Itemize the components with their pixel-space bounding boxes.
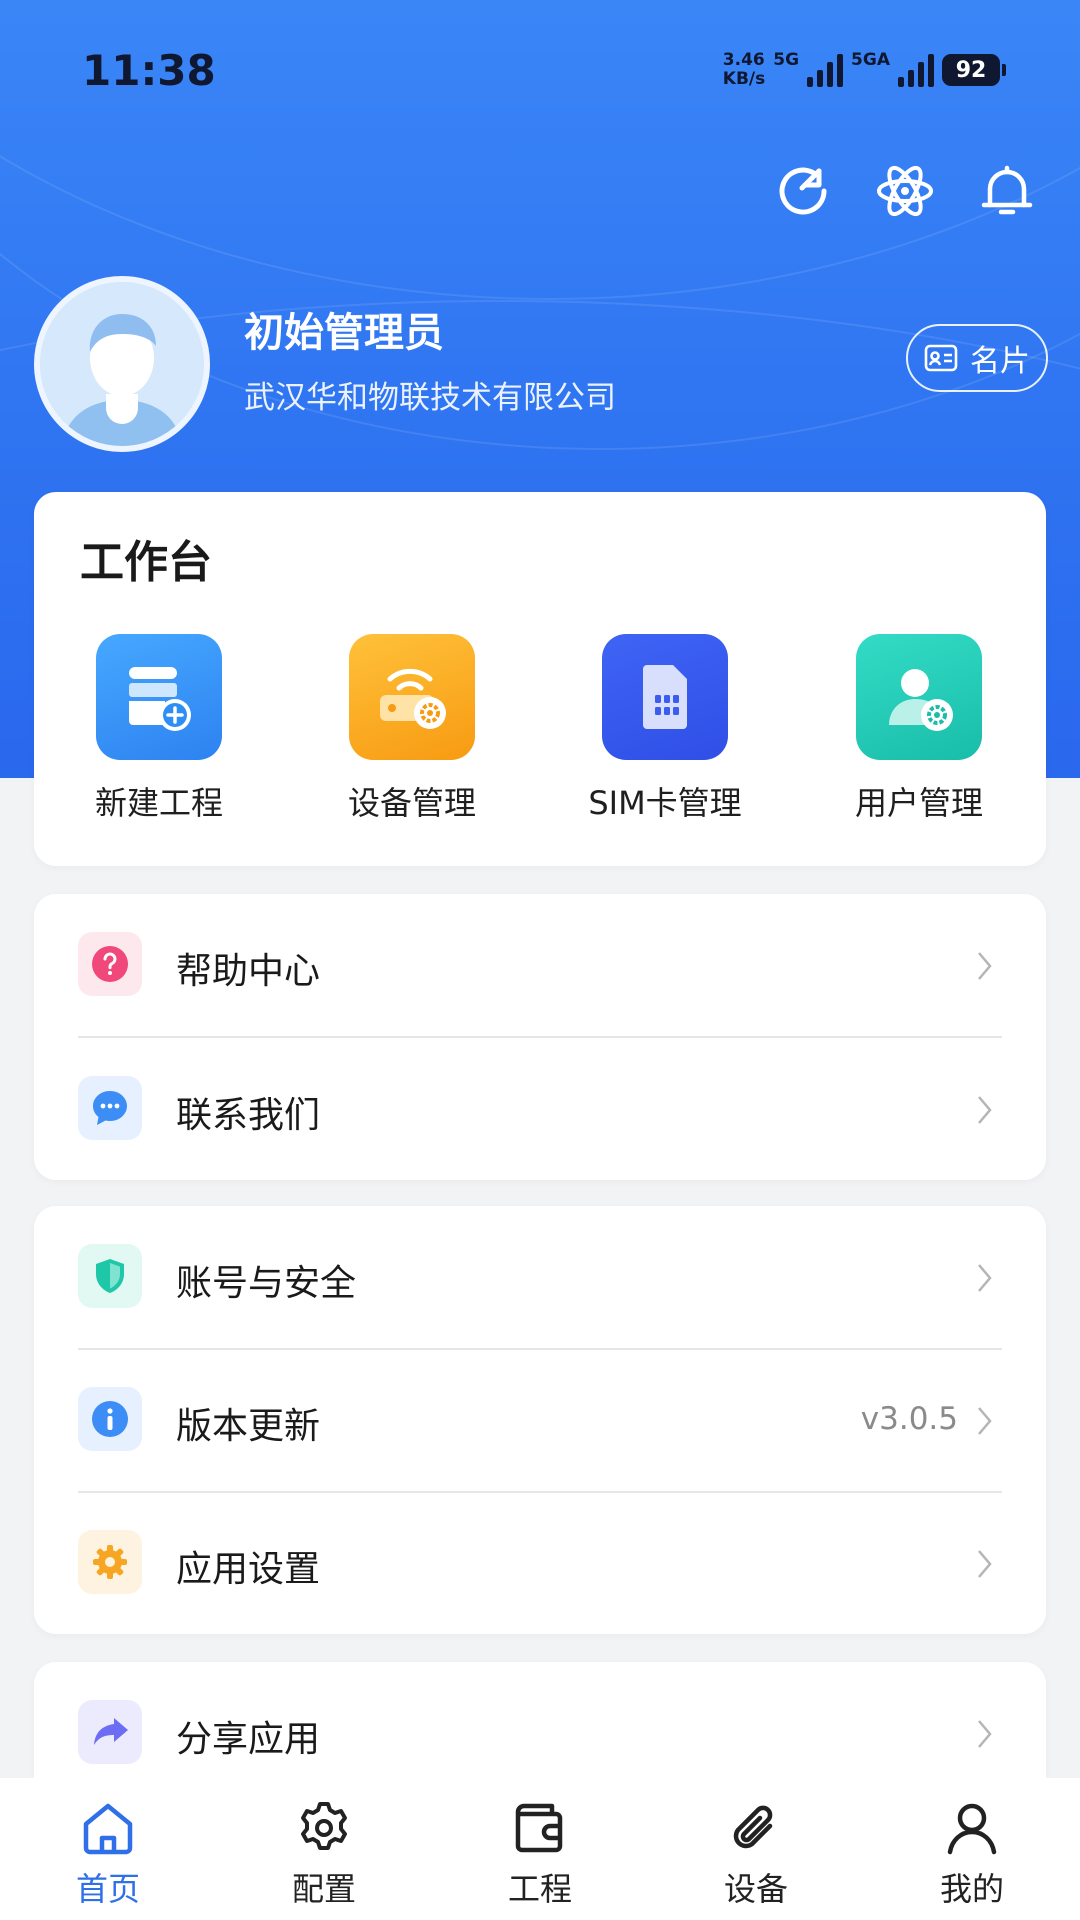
settings-icon — [301, 1802, 347, 1850]
user-name: 初始管理员 — [244, 310, 444, 356]
info-icon — [78, 1387, 142, 1451]
device-manage-icon — [349, 634, 475, 760]
network-speed: 3.46 KB/s — [722, 50, 766, 89]
bottom-tab-bar: 首页 配置 工程 设备 我的 — [0, 1778, 1080, 1920]
workbench-panel: 工作台 新建工程 设备管理 SIM卡管理 用户管理 — [34, 492, 1046, 866]
signal-2-label: 5GA — [851, 50, 890, 70]
atom-icon[interactable] — [876, 162, 934, 220]
help-icon — [78, 932, 142, 996]
shield-icon — [78, 1244, 142, 1308]
status-time: 11:38 — [82, 46, 216, 95]
new-project-button[interactable]: 新建工程 — [64, 634, 254, 824]
user-icon — [947, 1803, 997, 1855]
chevron-right-icon — [978, 1407, 992, 1435]
business-card-button[interactable]: 名片 — [906, 324, 1048, 392]
chevron-right-icon — [978, 1550, 992, 1578]
tab-device[interactable]: 设备 — [648, 1778, 864, 1920]
share-icon — [78, 1700, 142, 1764]
new-project-icon — [96, 634, 222, 760]
battery-icon: 92 — [942, 54, 1006, 86]
device-management-button[interactable]: 设备管理 — [317, 634, 507, 824]
chevron-right-icon — [978, 1264, 992, 1292]
menu-group-support: 帮助中心 联系我们 — [34, 894, 1046, 1180]
tab-project[interactable]: 工程 — [432, 1778, 648, 1920]
menu-group-settings: 账号与安全 版本更新 v3.0.5 应用设置 — [34, 1206, 1046, 1634]
chat-icon — [78, 1076, 142, 1140]
menu-item-help-center[interactable]: 帮助中心 — [34, 894, 1046, 1038]
paperclip-icon — [733, 1805, 773, 1849]
id-card-icon — [924, 344, 958, 372]
user-management-button[interactable]: 用户管理 — [824, 634, 1014, 824]
chevron-right-icon — [978, 952, 992, 980]
bell-icon[interactable] — [978, 162, 1036, 220]
signal-1-icon — [807, 53, 844, 87]
menu-item-app-settings[interactable]: 应用设置 — [34, 1492, 1046, 1636]
gear-icon — [78, 1530, 142, 1594]
tab-mine[interactable]: 我的 — [864, 1778, 1080, 1920]
chevron-right-icon — [978, 1720, 992, 1748]
menu-item-version-update[interactable]: 版本更新 v3.0.5 — [34, 1349, 1046, 1493]
version-number: v3.0.5 — [860, 1401, 958, 1437]
menu-item-contact-us[interactable]: 联系我们 — [34, 1038, 1046, 1182]
workbench-title: 工作台 — [80, 537, 212, 588]
menu-item-account-security[interactable]: 账号与安全 — [34, 1206, 1046, 1350]
company-name: 武汉华和物联技术有限公司 — [244, 380, 616, 416]
tab-config[interactable]: 配置 — [216, 1778, 432, 1920]
sim-card-icon — [602, 634, 728, 760]
tab-home[interactable]: 首页 — [0, 1778, 216, 1920]
refresh-icon[interactable] — [774, 162, 832, 220]
wallet-icon — [515, 1803, 563, 1853]
chevron-right-icon — [978, 1096, 992, 1124]
user-manage-icon — [856, 634, 982, 760]
sim-management-button[interactable]: SIM卡管理 — [570, 634, 760, 824]
avatar[interactable] — [34, 276, 210, 452]
signal-1-label: 5G — [773, 50, 800, 70]
home-icon — [83, 1803, 133, 1855]
signal-2-icon — [898, 53, 934, 87]
status-bar: 11:38 3.46 KB/s 5G 5GA 92 — [0, 0, 1080, 140]
